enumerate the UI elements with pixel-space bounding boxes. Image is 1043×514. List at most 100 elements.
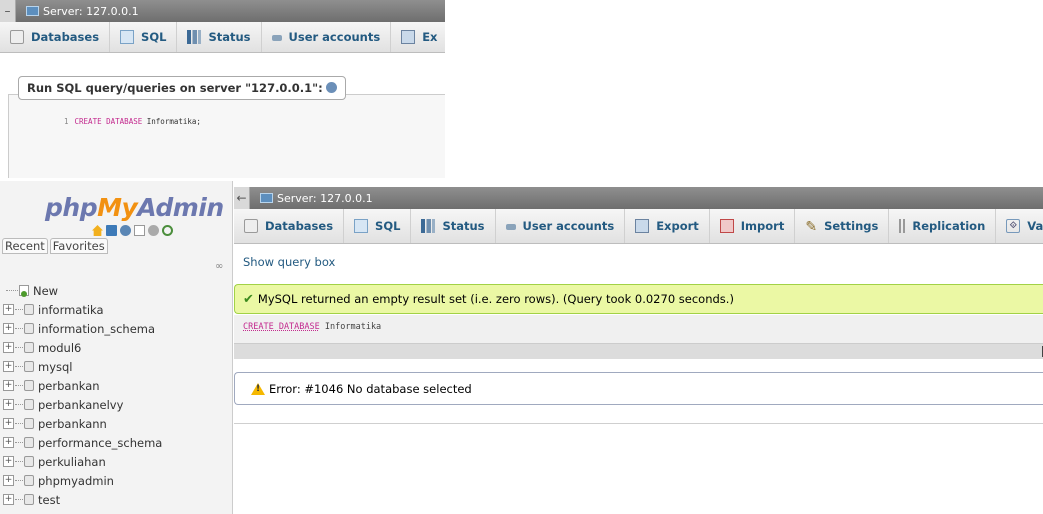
divider (234, 423, 1043, 424)
tree-item-database[interactable]: + performance_schema (0, 433, 232, 452)
logout-icon[interactable] (106, 225, 117, 236)
replication-icon (899, 219, 906, 233)
tree-branch (15, 461, 23, 462)
tab-label: Replication (912, 219, 986, 233)
import-icon (719, 219, 734, 233)
phpmyadmin-logo[interactable]: phpMyAdmin (45, 193, 224, 222)
expand-icon[interactable]: + (3, 437, 14, 448)
database-icon (24, 399, 34, 410)
tab-label: Variab (1027, 219, 1043, 233)
sql-query-legend: Run SQL query/queries on server "127.0.0… (18, 76, 346, 100)
tree-branch (15, 442, 23, 443)
tree-item-database[interactable]: + test (0, 490, 232, 509)
tree-item-database[interactable]: + mysql (0, 357, 232, 376)
database-icon (24, 380, 34, 391)
tree-item-database[interactable]: + modul6 (0, 338, 232, 357)
tree-label: perbankanelvy (38, 397, 124, 412)
tree-item-database[interactable]: + perbankanelvy (0, 395, 232, 414)
tree-item-database[interactable]: + perbankan (0, 376, 232, 395)
expand-icon[interactable]: + (3, 380, 14, 391)
tab-favorites[interactable]: Favorites (49, 238, 108, 254)
tree-item-database[interactable]: + phpmyadmin (0, 471, 232, 490)
tab-import[interactable]: Import (710, 209, 796, 243)
wrench-icon: ✎ (805, 219, 818, 235)
tree-branch (15, 480, 23, 481)
show-query-box-link[interactable]: Show query box (243, 255, 335, 269)
collapse-icon[interactable]: – (0, 0, 16, 22)
tab-settings[interactable]: ✎ Settings (795, 209, 890, 243)
tree-label: perbankan (38, 378, 100, 393)
tab-label: Ex (422, 30, 438, 44)
logo-php: php (45, 193, 98, 222)
tab-sql[interactable]: SQL (110, 22, 178, 52)
tab-label: Databases (31, 30, 100, 44)
server-breadcrumb-bar: – Server: 127.0.0.1 (0, 0, 445, 22)
tree-label: information_schema (38, 321, 156, 336)
tab-databases[interactable]: Databases (0, 22, 111, 52)
help-icon[interactable] (120, 225, 131, 236)
reload-icon[interactable] (162, 225, 173, 236)
sql-keyword-link[interactable]: CREATE DATABASE (243, 322, 320, 332)
help-icon[interactable] (325, 82, 337, 93)
tab-recent[interactable]: Recent (2, 238, 48, 254)
sql-icon (354, 219, 369, 233)
tree-branch (15, 309, 23, 310)
sql-keyword: CREATE DATABASE (74, 117, 143, 126)
tab-label: SQL (141, 30, 167, 44)
tree-label: mysql (38, 359, 73, 374)
tab-replication[interactable]: Replication (889, 209, 997, 243)
tab-export[interactable]: Ex (391, 22, 445, 52)
tab-label: SQL (375, 219, 401, 233)
tree-branch (15, 385, 23, 386)
sql-editor-snippet: – Server: 127.0.0.1 Databases SQL Status… (0, 0, 445, 178)
tree-item-new[interactable]: New (0, 281, 232, 300)
expand-icon[interactable]: + (3, 418, 14, 429)
expand-icon[interactable]: + (3, 342, 14, 353)
database-icon (24, 475, 34, 486)
database-icon (24, 323, 34, 334)
tree-label: perbankann (38, 416, 107, 431)
tree-branch (15, 423, 23, 424)
tab-label: Import (740, 219, 785, 233)
expand-icon[interactable]: + (3, 361, 14, 372)
users-icon (271, 35, 282, 41)
gear-icon[interactable] (148, 225, 159, 236)
tab-user-accounts[interactable]: User accounts (496, 209, 626, 243)
executed-sql: CREATE DATABASE Informatika (234, 315, 1043, 343)
tree-item-database[interactable]: + perkuliahan (0, 452, 232, 471)
tree-label: New (33, 283, 59, 298)
tab-databases[interactable]: Databases (234, 209, 345, 243)
expand-icon[interactable]: + (3, 475, 14, 486)
expand-icon[interactable]: + (3, 399, 14, 410)
tab-user-accounts[interactable]: User accounts (262, 22, 392, 52)
tree-branch (15, 347, 23, 348)
server-breadcrumb[interactable]: Server: 127.0.0.1 (277, 192, 373, 205)
tree-item-database[interactable]: + informatika (0, 300, 232, 319)
link-icon[interactable]: ∞ (215, 261, 223, 272)
tab-status[interactable]: Status (411, 209, 496, 243)
sql-query-textarea[interactable]: 1 CREATE DATABASE Informatika; (8, 94, 445, 178)
tab-variables[interactable]: ⟐ Variab (996, 209, 1043, 243)
collapse-icon[interactable]: ← (234, 187, 250, 209)
tab-status[interactable]: Status (177, 22, 262, 52)
tab-label: Settings (824, 219, 879, 233)
server-breadcrumb[interactable]: Server: 127.0.0.1 (43, 5, 139, 18)
recent-favorites-tabs: Recent Favorites (2, 238, 108, 254)
tree-item-database[interactable]: + information_schema (0, 319, 232, 338)
logo-admin: Admin (137, 193, 224, 222)
home-icon[interactable] (92, 225, 103, 236)
documentation-icon[interactable] (134, 225, 145, 236)
expand-icon[interactable]: + (3, 456, 14, 467)
tree-label: perkuliahan (38, 454, 106, 469)
expand-icon[interactable]: + (3, 323, 14, 334)
server-icon (260, 193, 273, 203)
expand-icon[interactable]: + (3, 304, 14, 315)
tree-branch (15, 328, 23, 329)
tree-branch (15, 404, 23, 405)
database-icon (24, 494, 34, 505)
tree-item-database[interactable]: + perbankann (0, 414, 232, 433)
tab-export[interactable]: Export (625, 209, 710, 243)
tab-sql[interactable]: SQL (344, 209, 412, 243)
export-icon (401, 30, 416, 44)
expand-icon[interactable]: + (3, 494, 14, 505)
